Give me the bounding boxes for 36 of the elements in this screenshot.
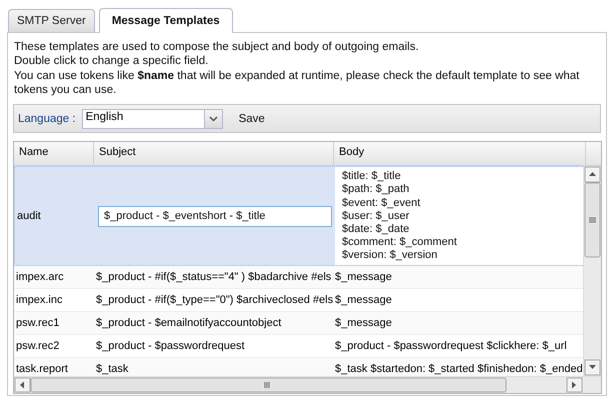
language-dropdown[interactable]: English	[82, 108, 223, 129]
table-cell-text: $_product - $passwordrequest $clickhere: $_url	[334, 340, 568, 352]
subject-input-field[interactable]: $_product - $_eventshort - $_title	[98, 206, 332, 227]
table-cell-text: $_product - $emailnotifyaccountobject	[95, 317, 282, 330]
chevron-down-icon	[208, 116, 218, 122]
language-label: Language :	[18, 112, 76, 125]
table-cell-text: audit	[16, 210, 42, 222]
table-cell: $_task $startedon: $_started $finishedon: $_ended	[334, 363, 583, 376]
table-row[interactable]: psw.rec1 $_product - $emailnotifyaccountobject $_message	[14, 312, 583, 336]
table-row[interactable]: audit $_product - $_eventshort - $_title $title: $_title $path: $_path $event: $_event $user: $_user $date: $_date $comment: $_comment $version: $_version	[14, 166, 583, 266]
description-text: Double click to change a specific field.	[14, 54, 210, 69]
vertical-scrollbar[interactable]	[583, 166, 601, 376]
table-cell-text: $_task	[95, 363, 130, 376]
table-cell-text: $_message	[334, 317, 393, 330]
tab[interactable]: Message Templates	[98, 8, 233, 33]
table-cell-text: impex.inc	[15, 294, 64, 306]
table-cell-text: task.report	[15, 363, 69, 376]
column-header[interactable]: Name	[14, 142, 94, 166]
save-button[interactable]: Save	[232, 110, 271, 127]
table-cell-text: $_message	[334, 271, 393, 284]
description-text: You can use tokens like $name that will be expanded at runtime, please check the default template to see what tokens you can use.	[14, 68, 580, 98]
table-cell-text: psw.rec2	[15, 340, 60, 352]
table-cell-text: psw.rec1	[15, 317, 60, 330]
table-row[interactable]: task.report $_task $_task $startedon: $_started $finishedon: $_ended	[14, 358, 583, 376]
table-cell-text: $_message	[334, 294, 393, 306]
description-text: These templates are used to compose the subject and body of outgoing emails.	[14, 40, 420, 54]
tab[interactable]: SMTP Server	[8, 9, 95, 32]
table-row[interactable]: impex.arc $_product - #if($_status=="4" ) $badarchive #els $_message	[14, 266, 583, 290]
body-text-area[interactable]: $title: $_title $path: $_path $event: $_event $user: $_user $date: $_date $comment: $_comment $version: $_version	[335, 167, 583, 266]
horizontal-scrollbar[interactable]	[14, 376, 601, 394]
table-cell-text: $_product - $passwordrequest	[95, 340, 246, 352]
table-cell-text: impex.arc	[15, 271, 65, 284]
column-header[interactable]: Body	[334, 142, 586, 166]
table-cell-text: $_product - #if($_type=="0") $archiveclosed #els	[95, 294, 334, 306]
table-cell-text: $_product - #if($_status=="4" ) $badarchive #els	[95, 271, 332, 284]
column-header[interactable]: Subject	[94, 142, 334, 166]
